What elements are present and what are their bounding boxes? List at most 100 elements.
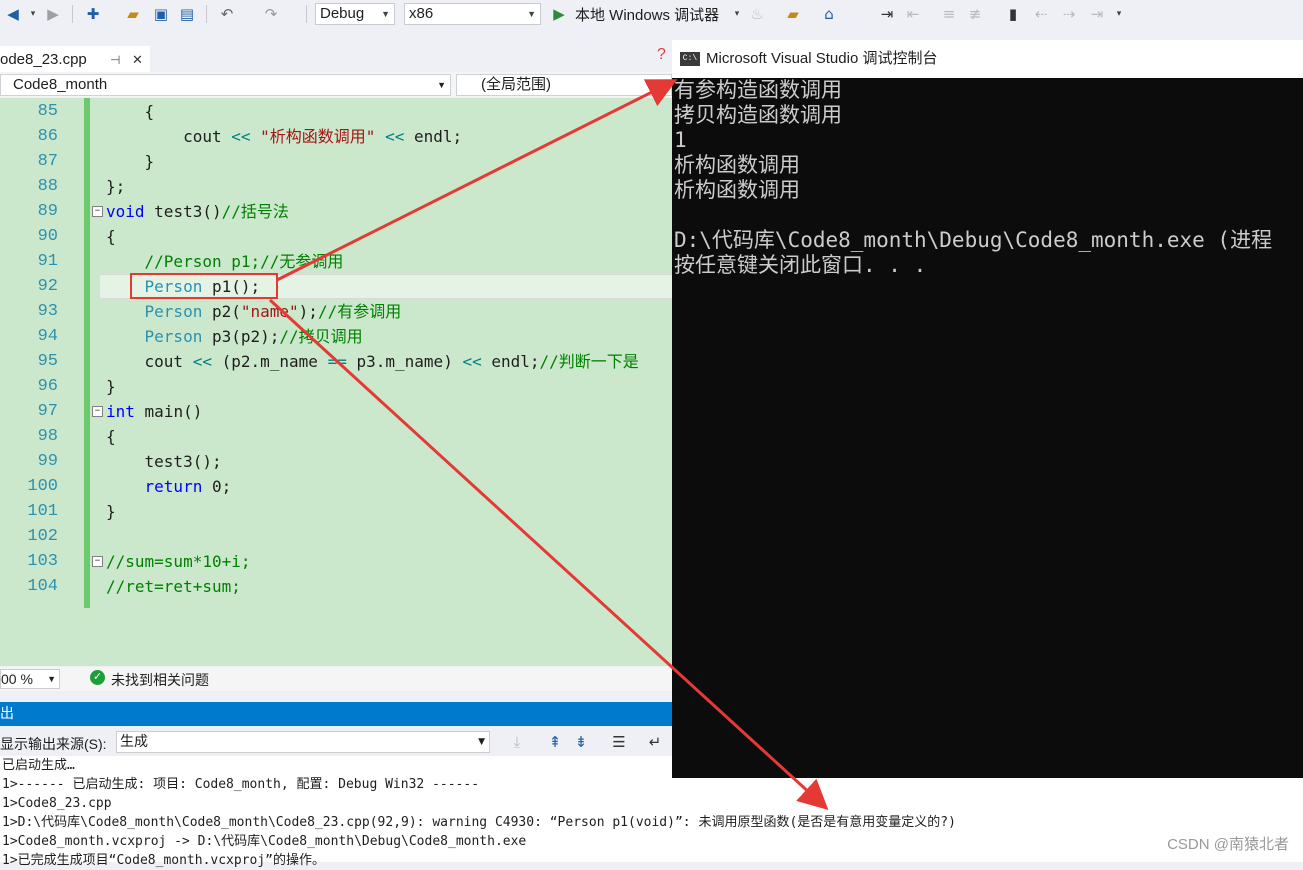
close-tab-icon[interactable]: ✕ bbox=[132, 48, 143, 72]
outdent-icon[interactable]: ⇤ bbox=[904, 5, 922, 23]
console-line: 1 bbox=[674, 128, 687, 152]
editor-status-bar: 00 % ▼ ✓ 未找到相关问题 bbox=[0, 667, 672, 691]
folder-search-icon[interactable]: ▰ bbox=[784, 5, 802, 23]
code-line: 95 cout << (p2.m_name == p3.m_name) << e… bbox=[0, 349, 672, 374]
console-line: D:\代码库\Code8_month\Debug\Code8_month.exe… bbox=[674, 228, 1273, 252]
run-dropdown-icon[interactable]: ▾ bbox=[728, 5, 746, 23]
uncomment-icon[interactable]: ≢ bbox=[966, 5, 984, 23]
forward-icon[interactable]: ▶ bbox=[44, 5, 62, 23]
question-mark-icon: ? bbox=[657, 46, 666, 63]
line-number: 89 bbox=[37, 202, 58, 221]
console-line: 按任意键关闭此窗口. . . bbox=[674, 253, 927, 277]
line-number: 91 bbox=[37, 252, 58, 271]
console-title: Microsoft Visual Studio 调试控制台 bbox=[706, 50, 938, 67]
new-project-icon[interactable]: ✚ bbox=[84, 5, 102, 23]
code-text: int main() bbox=[106, 402, 203, 421]
code-line: 100 return 0; bbox=[0, 474, 672, 499]
code-line: 87 } bbox=[0, 149, 672, 174]
fold-toggle-icon[interactable]: − bbox=[92, 206, 103, 217]
code-text: return 0; bbox=[144, 477, 232, 496]
issues-status[interactable]: 未找到相关问题 bbox=[111, 670, 209, 690]
scope-combo[interactable]: (全局范围) bbox=[456, 74, 672, 96]
code-line: 86 cout << "析构函数调用" << endl; bbox=[0, 124, 672, 149]
fold-toggle-icon[interactable]: − bbox=[92, 406, 103, 417]
next-bookmark-icon[interactable]: ⇢ bbox=[1060, 5, 1078, 23]
code-text: //Person p1;//无参调用 bbox=[144, 252, 344, 271]
start-debug-button[interactable]: 本地 Windows 调试器 bbox=[575, 4, 719, 25]
code-text: test3(); bbox=[144, 452, 222, 471]
line-number: 93 bbox=[37, 302, 58, 321]
console-title-bar[interactable]: C:\ Microsoft Visual Studio 调试控制台 bbox=[672, 40, 1303, 78]
line-number: 103 bbox=[27, 552, 58, 571]
hot-reload-icon[interactable]: ♨ bbox=[748, 5, 766, 23]
line-number: 88 bbox=[37, 177, 58, 196]
code-text: } bbox=[106, 502, 116, 521]
zoom-combo[interactable]: 00 % ▼ bbox=[0, 669, 60, 689]
code-line: 85 { bbox=[0, 99, 672, 124]
code-line: 93 Person p2("name");//有参调用 bbox=[0, 299, 672, 324]
line-number: 101 bbox=[27, 502, 58, 521]
output-toolbar: 显示输出来源(S): 生成 ▼ ⤓ ⇞ ⇟ ☰ ↵ bbox=[0, 728, 672, 756]
console-line: 析构函数调用 bbox=[674, 153, 800, 177]
save-all-icon[interactable]: ▤ bbox=[178, 5, 196, 23]
main-toolbar: ◀ ▾ ▶ ✚ ▰ ▣ ▤ ↶ ↷ Debug ▼ x86 ▼ ▶ 本地 Win… bbox=[0, 0, 1303, 28]
output-source-select[interactable]: 生成 ▼ bbox=[116, 731, 490, 753]
debug-console-window[interactable]: C:\ Microsoft Visual Studio 调试控制台 有参构造函数… bbox=[672, 40, 1303, 778]
code-text: } bbox=[106, 152, 155, 171]
open-folder-icon[interactable]: ▰ bbox=[124, 5, 142, 23]
clear-all-icon[interactable]: ☰ bbox=[610, 733, 628, 751]
code-line: 88}; bbox=[0, 174, 672, 199]
navigation-bar: Code8_month ▼ (全局范围) bbox=[0, 72, 672, 97]
bookmark-icon[interactable]: ▮ bbox=[1004, 5, 1022, 23]
line-number: 99 bbox=[37, 452, 58, 471]
code-line: 89 void test3()//括号法 − bbox=[0, 199, 672, 224]
redo-icon[interactable]: ↷ bbox=[262, 5, 280, 23]
prev-message-icon[interactable]: ⇞ bbox=[546, 733, 564, 751]
line-number: 87 bbox=[37, 152, 58, 171]
undo-icon[interactable]: ↶ bbox=[218, 5, 236, 23]
tab-code8-23[interactable]: ode8_23.cpp ⊣ ✕ bbox=[0, 46, 150, 72]
line-number: 92 bbox=[37, 277, 58, 296]
chevron-down-icon: ▼ bbox=[381, 9, 390, 19]
output-panel-header: 出 bbox=[0, 702, 672, 726]
console-line: 拷贝构造函数调用 bbox=[674, 103, 842, 127]
watermark: CSDN @南猿北者 bbox=[1167, 836, 1289, 853]
chevron-down-icon: ▼ bbox=[478, 737, 485, 747]
output-line: 1>Code8_month.vcxproj -> D:\代码库\Code8_mo… bbox=[2, 834, 527, 849]
code-editor[interactable]: 85 {86 cout << "析构函数调用" << endl; 87 } 88};… bbox=[0, 98, 672, 666]
indent-icon[interactable]: ⇥ bbox=[878, 5, 896, 23]
clear-bookmarks-icon[interactable]: ⇥ bbox=[1088, 5, 1106, 23]
goto-error-icon[interactable]: ⤓ bbox=[508, 733, 526, 751]
next-message-icon[interactable]: ⇟ bbox=[572, 733, 590, 751]
comment-icon[interactable]: ≡ bbox=[940, 5, 958, 23]
line-number: 100 bbox=[27, 477, 58, 496]
annotation-box bbox=[130, 273, 278, 299]
home-icon[interactable]: ⌂ bbox=[820, 5, 838, 23]
code-text: cout << (p2.m_name == p3.m_name) << endl… bbox=[144, 352, 639, 371]
code-text: } bbox=[106, 377, 116, 396]
chevron-down-icon: ▼ bbox=[47, 674, 56, 684]
code-text: Person p2("name");//有参调用 bbox=[144, 302, 402, 321]
code-text: //ret=ret+sum; bbox=[106, 577, 241, 596]
scope-value: (全局范围) bbox=[481, 76, 551, 93]
pin-icon[interactable]: ⊣ bbox=[110, 48, 120, 72]
output-line: 1>D:\代码库\Code8_month\Code8_month\Code8_2… bbox=[2, 815, 956, 830]
chevron-down-icon: ▼ bbox=[437, 80, 446, 90]
code-line: 102 bbox=[0, 524, 672, 549]
code-text: //sum=sum*10+i; bbox=[106, 552, 251, 571]
toolbar-overflow-icon[interactable]: ▾ bbox=[1110, 5, 1128, 23]
back-dropdown-icon[interactable]: ▾ bbox=[24, 5, 42, 23]
output-source-value: 生成 bbox=[120, 734, 148, 750]
save-icon[interactable]: ▣ bbox=[152, 5, 170, 23]
platform-combo[interactable]: x86 ▼ bbox=[404, 3, 541, 25]
code-line: 92 Person p1(); bbox=[0, 274, 672, 299]
word-wrap-icon[interactable]: ↵ bbox=[646, 733, 664, 751]
fold-toggle-icon[interactable]: − bbox=[92, 556, 103, 567]
line-number: 104 bbox=[27, 577, 58, 596]
prev-bookmark-icon[interactable]: ⇠ bbox=[1032, 5, 1050, 23]
config-combo[interactable]: Debug ▼ bbox=[315, 3, 395, 25]
back-icon[interactable]: ◀ bbox=[4, 5, 22, 23]
line-number: 90 bbox=[37, 227, 58, 246]
play-icon[interactable]: ▶ bbox=[550, 5, 568, 23]
project-combo[interactable]: Code8_month ▼ bbox=[0, 74, 451, 96]
